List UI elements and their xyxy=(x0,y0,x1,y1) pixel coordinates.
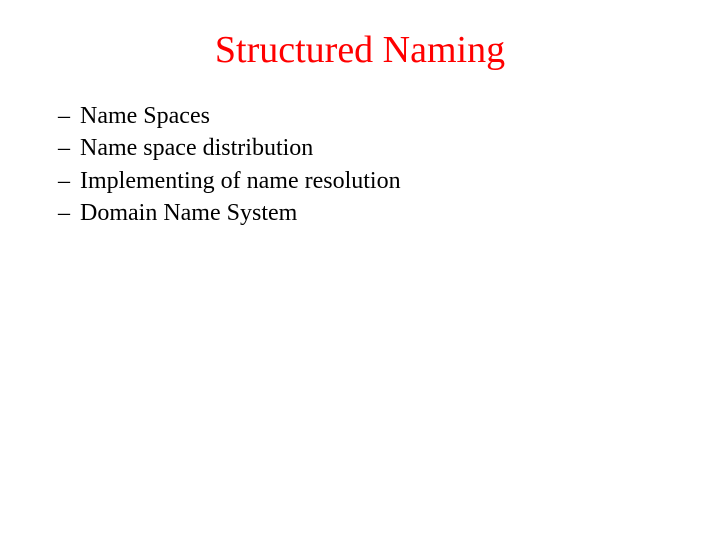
list-item: – Name space distribution xyxy=(58,132,670,164)
bullet-text: Name Spaces xyxy=(80,100,210,132)
slide-title: Structured Naming xyxy=(50,28,670,72)
list-item: – Implementing of name resolution xyxy=(58,165,670,197)
bullet-text: Name space distribution xyxy=(80,132,313,164)
bullet-marker: – xyxy=(58,132,70,164)
list-item: – Name Spaces xyxy=(58,100,670,132)
bullet-marker: – xyxy=(58,165,70,197)
bullet-text: Domain Name System xyxy=(80,197,297,229)
bullet-marker: – xyxy=(58,197,70,229)
bullet-text: Implementing of name resolution xyxy=(80,165,401,197)
slide: Structured Naming – Name Spaces – Name s… xyxy=(0,0,720,540)
list-item: – Domain Name System xyxy=(58,197,670,229)
bullet-list: – Name Spaces – Name space distribution … xyxy=(50,100,670,230)
bullet-marker: – xyxy=(58,100,70,132)
